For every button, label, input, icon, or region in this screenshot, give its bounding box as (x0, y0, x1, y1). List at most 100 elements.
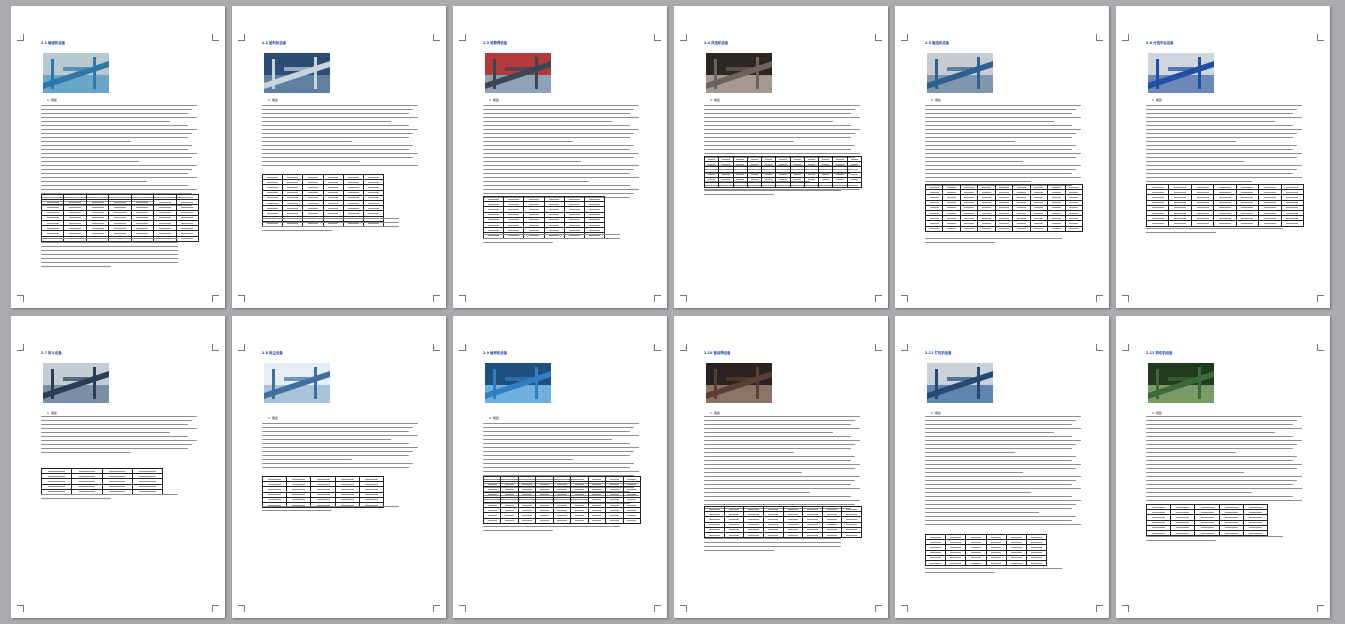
table-cell (805, 162, 820, 167)
page-corner-marker (654, 605, 661, 612)
table-cell (565, 222, 585, 228)
table-cell (705, 517, 725, 522)
text-line (925, 128, 1081, 131)
table-cell (1169, 195, 1192, 200)
footnote-text-block (262, 506, 418, 514)
document-page[interactable]: 2.6 分选平台设备 1. 用途 (1116, 6, 1330, 308)
table-cell (1013, 205, 1031, 210)
text-line (483, 168, 635, 171)
table-cell (524, 228, 545, 233)
table-cell (484, 497, 502, 502)
section-heading: 2.8 除尘设备 (262, 351, 283, 355)
table-cell (263, 185, 284, 190)
table-cell (725, 517, 745, 522)
document-page[interactable]: 2.10 振动筛设备 1. 用途 (674, 316, 888, 618)
hopper-photo (43, 363, 109, 403)
table-cell (1259, 205, 1282, 210)
table-cell (943, 226, 961, 231)
table-cell (926, 195, 944, 200)
table-cell (585, 207, 604, 211)
page-corner-marker (680, 34, 687, 41)
table-cell (565, 207, 585, 212)
table-cell (961, 216, 979, 221)
table-cell (103, 484, 133, 489)
table-cell (524, 197, 545, 202)
table-cell (154, 231, 177, 236)
table-cell (484, 222, 505, 228)
text-line (483, 152, 639, 155)
table-cell (571, 518, 589, 523)
table-cell (764, 512, 784, 517)
document-page[interactable]: 2.12 剪切机设备 1. 用途 (1116, 316, 1330, 618)
table-cell (283, 185, 304, 190)
text-line (1146, 536, 1284, 538)
table-cell (504, 212, 525, 217)
table-cell (848, 183, 861, 187)
table-cell (484, 228, 505, 233)
document-page[interactable]: 2.5 磁选机设备 1. 用途 (895, 6, 1109, 308)
table-cell (705, 177, 720, 182)
text-line (483, 124, 630, 127)
text-line (483, 108, 635, 111)
footnote-text-block (41, 238, 197, 270)
table-cell (819, 172, 834, 177)
text-line (925, 160, 1024, 163)
table-cell (1147, 185, 1170, 190)
document-page[interactable]: 2.4 风选机设备 1. 用途 (674, 6, 888, 308)
text-line (483, 423, 639, 425)
document-page[interactable]: 2.11 打包机设备 1. 用途 (895, 316, 1109, 618)
table-cell (1237, 185, 1260, 190)
document-page[interactable]: 2.9 破碎机设备 1. 用途 (453, 316, 667, 618)
spec-table (704, 156, 862, 189)
table-cell (504, 207, 525, 212)
document-page[interactable]: 2.2 给料机设备 1. 用途 (232, 6, 446, 308)
table-cell (565, 202, 585, 207)
table-cell (833, 182, 848, 188)
table-cell (719, 172, 734, 177)
document-page[interactable]: 2.1 输送机设备 1. 用途 (11, 6, 225, 308)
table-cell (784, 522, 804, 527)
subsection-label: 1. 用途 (47, 411, 57, 415)
text-line (41, 168, 193, 171)
text-line (483, 105, 639, 107)
text-line (1146, 148, 1293, 151)
table-cell (524, 222, 545, 228)
document-page[interactable]: 2.3 滚筒筛设备 1. 用途 (453, 6, 667, 308)
table-cell (926, 535, 947, 540)
table-cell (287, 492, 312, 497)
text-line (41, 156, 193, 159)
table-cell (705, 172, 720, 177)
text-line (925, 132, 1077, 135)
page-corner-marker (17, 34, 24, 41)
document-preview-area[interactable]: 2.1 输送机设备 1. 用途 2.2 给料机设备 1. 用途 2.3 滚筒筛设备 1. … (0, 0, 1345, 624)
text-line (262, 108, 414, 111)
table-cell (303, 200, 324, 206)
section-heading: 2.1 输送机设备 (41, 41, 66, 45)
table-cell (303, 180, 324, 185)
table-cell (1013, 226, 1031, 231)
page-corner-marker (1122, 295, 1129, 302)
document-page[interactable]: 2.8 除尘设备 1. 用途 (232, 316, 446, 618)
document-page[interactable]: 2.7 料斗设备 1. 用途 (11, 316, 225, 618)
table-cell (42, 220, 65, 226)
table-cell (87, 231, 110, 236)
table-cell (87, 200, 110, 205)
text-line (41, 245, 179, 248)
page-corner-marker (875, 295, 882, 302)
text-line (925, 108, 1077, 111)
table-cell (109, 205, 132, 210)
table-cell (263, 175, 284, 180)
baler-frame-photo (927, 363, 993, 403)
table-cell (926, 560, 947, 566)
table-cell (336, 497, 360, 502)
table-cell (263, 195, 284, 200)
text-line (925, 519, 1072, 521)
table-cell (64, 220, 87, 226)
text-line (925, 455, 1077, 458)
table-cell (360, 477, 383, 481)
footnote-text-block (925, 568, 1081, 576)
table-cell (536, 518, 554, 523)
text-line (483, 112, 630, 115)
text-line (262, 506, 400, 508)
text-line (925, 140, 1016, 143)
